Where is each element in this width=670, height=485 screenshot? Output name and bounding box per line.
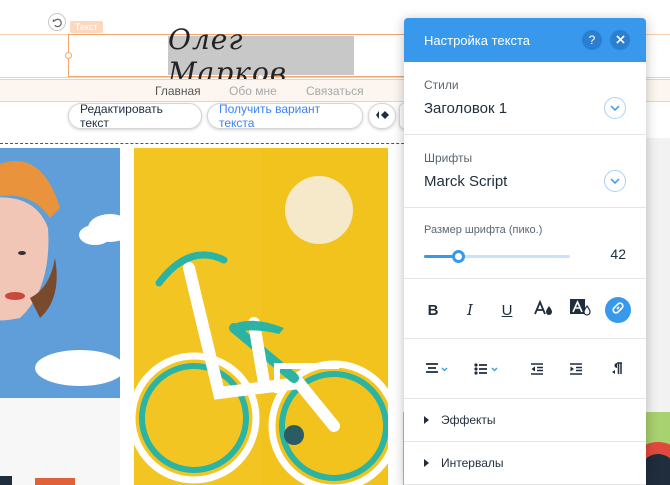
font-size-section: Размер шрифта (пико.) 42 [404,208,646,279]
decrease-indent-icon [530,362,544,379]
styles-section[interactable]: Стили Заголовок 1 [404,62,646,135]
italic-button[interactable]: I [457,297,483,323]
styles-label: Стили [424,78,459,92]
menu-item-about[interactable]: Обо мне [229,84,277,98]
get-text-variant-button[interactable]: Получить вариант текста [207,102,363,130]
list-dropdown[interactable] [470,357,504,383]
close-button[interactable] [610,30,630,50]
fonts-label: Шрифты [424,151,473,165]
font-size-slider-knob[interactable] [452,250,465,263]
spacing-label: Интервалы [441,456,504,470]
fonts-dropdown-value[interactable]: Marck Script [424,173,507,190]
text-settings-panel: Настройка текста ? Стили Заголовок 1 Шри… [404,18,646,485]
edit-text-button[interactable]: Редактировать текст [68,102,202,130]
font-size-label: Размер шрифта (пико.) [424,224,543,236]
link-icon [611,301,625,319]
styles-dropdown-chevron-icon[interactable] [604,97,626,119]
element-type-tag: Текст [70,21,103,33]
menu-item-contact[interactable]: Связаться [306,84,364,98]
spacing-row[interactable]: Интервалы [404,442,646,485]
text-color-button[interactable] [531,297,557,323]
animation-button[interactable] [368,103,396,129]
resize-handle-left[interactable] [65,52,72,59]
panel-header: Настройка текста ? [404,18,646,62]
alignment-section [404,339,646,399]
help-icon: ? [588,33,596,47]
decrease-indent-button[interactable] [524,357,550,383]
spacing-expand-icon [424,459,429,467]
effects-row[interactable]: Эффекты [404,399,646,442]
increase-indent-icon [569,362,583,379]
link-button[interactable] [605,297,631,323]
animation-icon [374,109,390,123]
paragraph-direction-icon [611,361,623,379]
panel-title: Настройка текста [424,32,531,48]
effects-expand-icon [424,416,429,424]
help-button[interactable]: ? [582,30,602,50]
font-size-value[interactable]: 42 [610,246,626,262]
right-page-strip [646,138,670,412]
highlight-color-button[interactable] [568,297,594,323]
text-direction-button[interactable] [604,357,630,383]
bold-button[interactable]: B [420,297,446,323]
font-size-slider[interactable] [424,250,570,263]
site-title-text[interactable]: Олег Марков [168,23,354,89]
portrait-illustration [0,148,120,398]
text-align-dropdown[interactable] [420,357,454,383]
fonts-section[interactable]: Шрифты Marck Script [404,135,646,208]
styles-dropdown-value[interactable]: Заголовок 1 [424,100,507,117]
align-center-icon [425,362,449,379]
highlight-color-icon [570,299,592,321]
increase-indent-button[interactable] [563,357,589,383]
close-icon [615,33,625,47]
bicycle-illustration [134,148,388,485]
underline-button[interactable]: U [494,297,520,323]
format-section: B I U [404,279,646,339]
effects-label: Эффекты [441,413,496,427]
menu-item-home[interactable]: Главная [155,84,201,98]
undo-icon[interactable] [48,13,66,31]
fonts-dropdown-chevron-icon[interactable] [604,170,626,192]
bullet-list-icon [474,362,500,379]
text-color-icon [534,299,554,320]
bottom-left-tile [0,398,120,485]
